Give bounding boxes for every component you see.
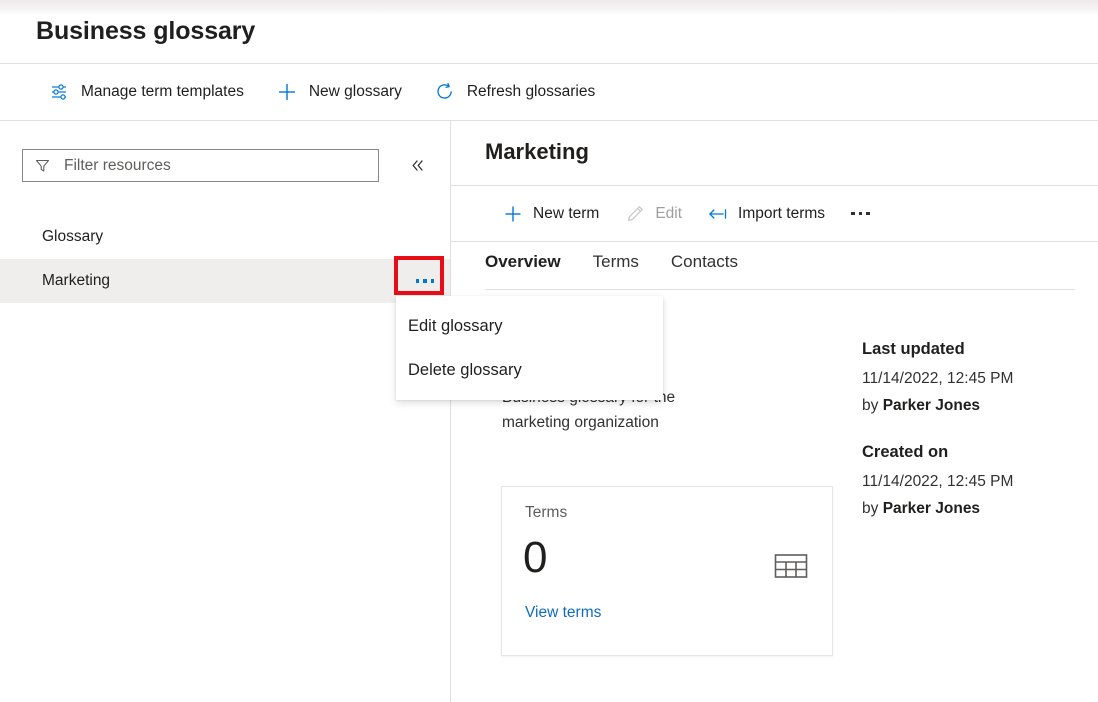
import-arrow-icon bbox=[708, 204, 728, 224]
plus-icon bbox=[276, 81, 298, 103]
collapse-pane-button[interactable] bbox=[403, 151, 431, 179]
filter-resources-field[interactable] bbox=[22, 149, 379, 182]
last-updated-user: Parker Jones bbox=[883, 397, 980, 414]
sidebar-item-label: Glossary bbox=[42, 228, 103, 246]
global-command-bar: Manage term templates New glossary Refre… bbox=[0, 64, 1098, 120]
view-terms-link[interactable]: View terms bbox=[525, 604, 601, 622]
refresh-icon bbox=[434, 81, 456, 103]
created-on-value: 11/14/2022, 12:45 PM by Parker Jones bbox=[862, 468, 1022, 522]
detail-command-bar: New term Edit bbox=[451, 186, 1098, 241]
detail-tabs: Overview Terms Contacts bbox=[485, 252, 738, 280]
new-term-button[interactable]: New term bbox=[493, 195, 609, 233]
detail-divider-bottom bbox=[451, 241, 1098, 242]
terms-card-label: Terms bbox=[525, 504, 567, 522]
tab-label: Terms bbox=[593, 252, 639, 271]
tab-label: Overview bbox=[485, 252, 561, 271]
resources-pane: Glossary Marketing bbox=[0, 121, 450, 702]
glossary-title: Marketing bbox=[485, 139, 589, 165]
glossary-context-menu: Edit glossary Delete glossary bbox=[396, 296, 663, 400]
tab-label: Contacts bbox=[671, 252, 738, 271]
new-term-label: New term bbox=[533, 205, 599, 223]
ellipsis-icon bbox=[416, 279, 435, 283]
search-input[interactable] bbox=[62, 156, 362, 176]
sidebar-item-label: Marketing bbox=[42, 272, 110, 290]
manage-term-templates-label: Manage term templates bbox=[81, 83, 244, 101]
glossary-metadata: Last updated 11/14/2022, 12:45 PM by Par… bbox=[862, 340, 1077, 522]
plus-icon bbox=[503, 204, 523, 224]
tab-contacts[interactable]: Contacts bbox=[671, 252, 738, 280]
detail-overflow-button[interactable] bbox=[841, 195, 880, 233]
refresh-glossaries-label: Refresh glossaries bbox=[467, 83, 595, 101]
table-grid-icon bbox=[774, 552, 808, 587]
created-on-block: Created on 11/14/2022, 12:45 PM by Parke… bbox=[862, 443, 1077, 522]
page-title: Business glossary bbox=[36, 14, 255, 48]
glossary-more-options-button[interactable] bbox=[406, 262, 444, 300]
funnel-icon bbox=[34, 157, 51, 174]
tabs-underline bbox=[485, 289, 1075, 290]
manage-term-templates-button[interactable]: Manage term templates bbox=[36, 72, 256, 112]
edit-button[interactable]: Edit bbox=[615, 195, 692, 233]
business-glossary-page: Business glossary Manage term templates bbox=[0, 0, 1098, 702]
tab-overview[interactable]: Overview bbox=[485, 252, 561, 280]
new-glossary-button[interactable]: New glossary bbox=[264, 72, 414, 112]
pencil-icon bbox=[625, 204, 645, 224]
sidebar-item-marketing[interactable]: Marketing bbox=[0, 259, 450, 303]
new-glossary-label: New glossary bbox=[309, 83, 402, 101]
import-terms-button[interactable]: Import terms bbox=[698, 195, 835, 233]
last-updated-value: 11/14/2022, 12:45 PM by Parker Jones bbox=[862, 365, 1022, 419]
double-chevron-left-icon bbox=[409, 157, 426, 174]
created-on-user: Parker Jones bbox=[883, 500, 980, 517]
tab-terms[interactable]: Terms bbox=[593, 252, 639, 280]
ellipsis-icon bbox=[851, 212, 870, 216]
import-terms-label: Import terms bbox=[738, 205, 825, 223]
sliders-icon bbox=[48, 81, 70, 103]
menu-item-delete-glossary[interactable]: Delete glossary bbox=[396, 348, 663, 392]
resources-list: Glossary Marketing bbox=[0, 215, 450, 303]
terms-card: Terms 0 View terms bbox=[501, 486, 833, 656]
terms-card-count: 0 bbox=[523, 531, 547, 585]
menu-item-edit-glossary[interactable]: Edit glossary bbox=[396, 304, 663, 348]
last-updated-label: Last updated bbox=[862, 340, 1077, 359]
sidebar-item-glossary[interactable]: Glossary bbox=[0, 215, 450, 259]
edit-label: Edit bbox=[655, 205, 682, 223]
created-on-label: Created on bbox=[862, 443, 1077, 462]
menu-item-label: Edit glossary bbox=[408, 317, 502, 336]
refresh-glossaries-button[interactable]: Refresh glossaries bbox=[422, 72, 607, 112]
menu-item-label: Delete glossary bbox=[408, 361, 522, 380]
last-updated-block: Last updated 11/14/2022, 12:45 PM by Par… bbox=[862, 340, 1077, 419]
